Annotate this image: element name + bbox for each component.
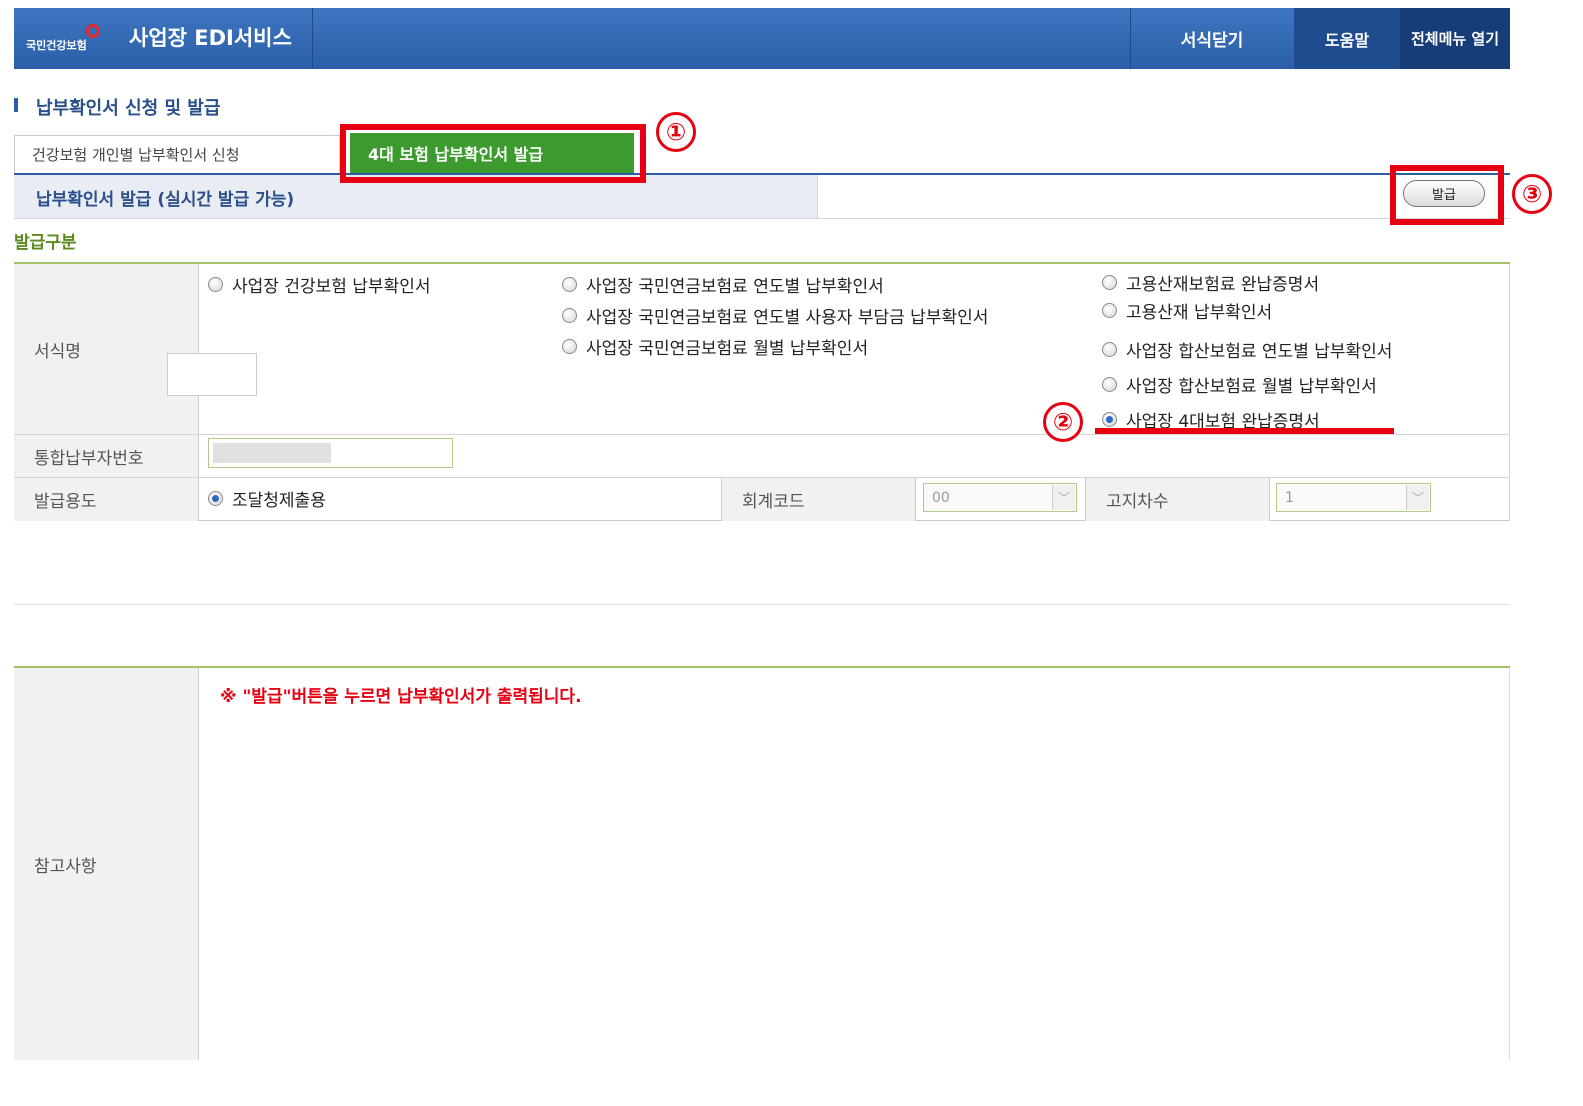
logo-mark-icon	[86, 24, 100, 38]
option-label: 사업장 합산보험료 월별 납부확인서	[1126, 377, 1377, 397]
logo-text: 국민건강보험	[26, 39, 87, 52]
radio-button[interactable]	[1102, 303, 1117, 318]
option-label: 사업장 국민연금보험료 연도별 사용자 부담금 납부확인서	[586, 308, 989, 328]
account-code-select[interactable]: 00 ﹀	[923, 483, 1077, 512]
step3-marker: ③	[1512, 174, 1552, 214]
option-combined-yearly[interactable]: 사업장 합산보험료 연도별 납부확인서	[1102, 337, 1392, 362]
reference-section: 참고사항 ※ "발급"버튼을 누르면 납부확인서가 출력됩니다.	[14, 604, 1510, 1060]
help-button[interactable]: 도움말	[1294, 8, 1400, 69]
form-name-blank-box	[167, 353, 257, 396]
option-pension-monthly[interactable]: 사업장 국민연금보험료 월별 납부확인서	[562, 334, 868, 359]
issue-type-heading: 발급구분	[14, 233, 77, 253]
option-label: 사업장 건강보험 납부확인서	[232, 277, 431, 297]
reference-note: ※ "발급"버튼을 누르면 납부확인서가 출력됩니다.	[220, 687, 582, 707]
reference-spacer	[14, 604, 1510, 665]
reference-label: 참고사항	[14, 668, 199, 1060]
highlight-underline-step2	[1095, 428, 1394, 434]
notice-count-value: 1	[1285, 489, 1294, 506]
radio-button-selected[interactable]	[208, 491, 223, 506]
account-code-label: 회계코드	[721, 478, 916, 521]
highlight-box-step1	[340, 124, 646, 183]
row-divider	[14, 434, 1510, 435]
close-form-button[interactable]: 서식닫기	[1130, 8, 1293, 69]
option-health-insurance[interactable]: 사업장 건강보험 납부확인서	[208, 272, 431, 297]
radio-button[interactable]	[562, 339, 577, 354]
section-title-marker	[14, 98, 18, 112]
radio-button[interactable]	[562, 308, 577, 323]
option-label: 고용산재보험료 완납증명서	[1126, 275, 1320, 295]
payer-number-input[interactable]	[208, 438, 453, 468]
option-combined-monthly[interactable]: 사업장 합산보험료 월별 납부확인서	[1102, 372, 1377, 397]
option-label: 사업장 국민연금보험료 월별 납부확인서	[586, 339, 869, 359]
highlight-box-step3	[1390, 165, 1504, 225]
reference-right-border	[1509, 668, 1510, 1060]
option-label: 사업장 국민연금보험료 연도별 납부확인서	[586, 277, 884, 297]
radio-button[interactable]	[208, 277, 223, 292]
option-label: 고용산재 납부확인서	[1126, 303, 1273, 323]
radio-button[interactable]	[1102, 377, 1117, 392]
option-label: 조달청제출용	[232, 491, 326, 511]
brand-area: 국민건강보험 사업장 EDI서비스	[14, 8, 313, 69]
issue-subheader: 납부확인서 발급 (실시간 발급 가능)	[14, 175, 1511, 219]
option-pension-yearly-employer[interactable]: 사업장 국민연금보험료 연도별 사용자 부담금 납부확인서	[562, 303, 988, 328]
chevron-down-icon: ﹀	[1406, 485, 1429, 510]
option-pension-yearly[interactable]: 사업장 국민연금보험료 연도별 납부확인서	[562, 272, 884, 297]
account-code-value: 00	[932, 489, 950, 506]
reference-divider	[14, 666, 1510, 668]
app-header: 국민건강보험 사업장 EDI서비스 서식닫기 도움말 전체메뉴 열기	[14, 8, 1510, 69]
form-name-label: 서식명	[14, 264, 199, 434]
notice-count-select[interactable]: 1 ﹀	[1276, 483, 1431, 512]
radio-button[interactable]	[1102, 275, 1117, 290]
masked-value	[213, 443, 331, 463]
row-divider	[14, 477, 1510, 478]
table-right-border	[1509, 264, 1510, 521]
step2-marker: ②	[1043, 402, 1083, 442]
all-menu-button[interactable]: 전체메뉴 열기	[1400, 8, 1510, 69]
option-employment-payment[interactable]: 고용산재 납부확인서	[1102, 298, 1272, 323]
page-title: 납부확인서 신청 및 발급	[36, 98, 221, 119]
subheader-title: 납부확인서 발급 (실시간 발급 가능)	[36, 190, 295, 210]
nhis-logo-icon[interactable]: 국민건강보험	[26, 24, 106, 54]
radio-button[interactable]	[562, 277, 577, 292]
step1-marker: ①	[656, 112, 696, 152]
option-employment-full-payment[interactable]: 고용산재보험료 완납증명서	[1102, 270, 1319, 295]
notice-count-label: 고지차수	[1085, 478, 1270, 521]
chevron-down-icon: ﹀	[1052, 485, 1075, 510]
tab-individual-health-insurance[interactable]: 건강보험 개인별 납부확인서 신청	[14, 135, 340, 173]
option-procurement-submission[interactable]: 조달청제출용	[208, 486, 326, 511]
option-label: 사업장 합산보험료 연도별 납부확인서	[1126, 342, 1393, 362]
app-title: 사업장 EDI서비스	[129, 26, 292, 50]
purpose-label: 발급용도	[14, 478, 199, 521]
radio-button[interactable]	[1102, 342, 1117, 357]
payer-number-label: 통합납부자번호	[14, 435, 199, 477]
radio-button-selected[interactable]	[1102, 412, 1117, 427]
